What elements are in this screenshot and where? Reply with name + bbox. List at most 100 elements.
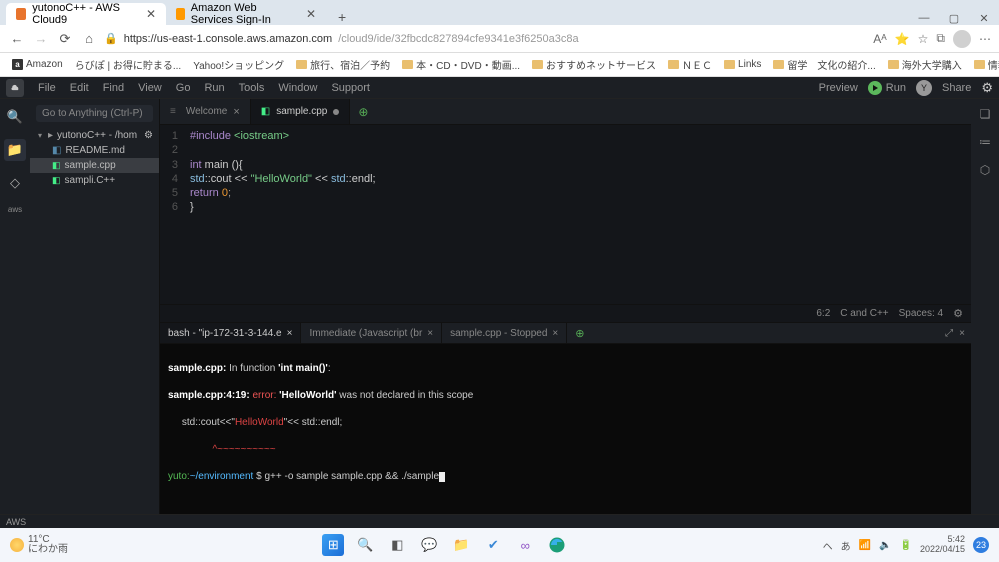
gear-icon[interactable]: ⚙ [953, 307, 963, 320]
file-explorer-button[interactable]: 📁 [450, 534, 472, 556]
bookmark-item[interactable]: 情報処理 [970, 57, 999, 72]
run-button[interactable]: Run [868, 81, 906, 95]
aws-icon[interactable]: aws [8, 205, 22, 214]
refresh-button[interactable]: ⟳ [56, 31, 74, 47]
bookmark-item[interactable]: 本・CD・DVD・動画... [398, 57, 524, 72]
folder-icon [974, 60, 985, 69]
reading-view-button[interactable]: Aᴬ [873, 32, 886, 46]
bookmark-item[interactable]: 海外大学購入 [884, 57, 966, 72]
add-terminal-button[interactable]: ⊕ [567, 323, 592, 343]
cpp-icon: ◧ [52, 160, 61, 171]
menu-file[interactable]: File [32, 82, 62, 94]
tray-chevron-icon[interactable]: ヘ [823, 538, 833, 553]
terminal-output[interactable]: sample.cpp: In function 'int main()': sa… [160, 344, 971, 514]
user-avatar[interactable]: Y [916, 80, 932, 96]
preview-button[interactable]: Preview [819, 82, 858, 94]
menu-window[interactable]: Window [272, 82, 323, 94]
start-button[interactable]: ⊞ [322, 534, 344, 556]
code-content[interactable]: #include <iostream> int main (){ std::co… [184, 125, 971, 304]
window-close-button[interactable]: ✕ [969, 12, 999, 25]
add-tab-button[interactable]: ⊕ [350, 99, 376, 124]
vs-app-button[interactable]: ∞ [514, 534, 536, 556]
language-mode[interactable]: C and C++ [840, 308, 888, 319]
tree-file-readme[interactable]: ◧ README.md [30, 143, 159, 158]
folder-icon [888, 60, 899, 69]
spaces-setting[interactable]: Spaces: 4 [899, 308, 943, 319]
favorites-button[interactable]: ☆ [918, 32, 929, 46]
task-view-button[interactable]: ◧ [386, 534, 408, 556]
bookmark-item[interactable]: おすすめネットサービス [528, 57, 660, 72]
code-editor[interactable]: 123456 #include <iostream> int main (){ … [160, 125, 971, 304]
taskbar-clock[interactable]: 5:42 2022/04/15 [920, 535, 965, 555]
terminal-tab-immediate[interactable]: Immediate (Javascript (br × [301, 323, 442, 343]
edge-button[interactable] [546, 534, 568, 556]
browser-tab-1[interactable]: yutonoC++ - AWS Cloud9 ✕ [6, 3, 166, 25]
terminal-tab-bash[interactable]: bash - "ip-172-31-3-144.e × [160, 323, 301, 343]
browser-tab-2[interactable]: Amazon Web Services Sign-In ✕ [166, 3, 326, 25]
settings-icon[interactable]: ⚙ [981, 80, 993, 96]
ime-indicator[interactable]: あ [841, 538, 851, 553]
debugger-icon[interactable]: ⬡ [980, 163, 990, 177]
terminal-tab-stopped[interactable]: sample.cpp - Stopped × [442, 323, 567, 343]
share-button[interactable]: Share [942, 82, 971, 94]
gear-icon[interactable]: ⚙ [144, 130, 153, 141]
back-button[interactable]: ← [8, 31, 26, 46]
volume-icon[interactable]: 🔈 [879, 540, 891, 551]
menu-view[interactable]: View [132, 82, 168, 94]
todo-app-button[interactable]: ✔ [482, 534, 504, 556]
notifications-badge[interactable]: 23 [973, 537, 989, 553]
collections-button[interactable]: ⧉ [936, 31, 945, 46]
profile-avatar[interactable] [953, 30, 971, 48]
menu-edit[interactable]: Edit [64, 82, 95, 94]
maximize-button[interactable]: ▢ [939, 12, 969, 25]
aws-footer-label[interactable]: AWS [6, 517, 26, 527]
favorites-add-button[interactable]: ⭐ [895, 32, 910, 46]
close-icon[interactable]: × [233, 106, 239, 118]
tree-file-sampli-cpp[interactable]: ◧ sampli.C++ [30, 173, 159, 188]
taskbar-weather[interactable]: 11°C にわか雨 [10, 535, 68, 555]
tab-title: yutonoC++ - AWS Cloud9 [32, 2, 140, 26]
files-icon[interactable]: 📁 [4, 139, 26, 161]
menu-support[interactable]: Support [325, 82, 376, 94]
close-icon[interactable]: ✕ [306, 7, 316, 21]
new-tab-button[interactable]: + [332, 9, 352, 25]
menu-find[interactable]: Find [97, 82, 130, 94]
battery-icon[interactable]: 🔋 [900, 540, 912, 551]
tree-file-sample-cpp[interactable]: ◧ sample.cpp [30, 158, 159, 173]
editor-tab-welcome[interactable]: ≡ Welcome × [160, 99, 251, 124]
editor-tab-sample[interactable]: ◧ sample.cpp [251, 99, 351, 124]
search-button[interactable]: 🔍 [354, 534, 376, 556]
close-icon[interactable]: × [287, 328, 293, 339]
minimize-button[interactable]: — [909, 12, 939, 25]
home-button[interactable]: ⌂ [80, 31, 98, 46]
outline-icon[interactable]: ≔ [979, 135, 991, 149]
close-icon[interactable]: ✕ [146, 7, 156, 21]
bookmark-item[interactable]: Links [720, 59, 765, 70]
bookmark-item[interactable]: Yahoo!ショッピング [189, 57, 288, 72]
collapse-panel-icon[interactable]: ❏ [980, 107, 991, 121]
menu-go[interactable]: Go [170, 82, 197, 94]
chat-button[interactable]: 💬 [418, 534, 440, 556]
bookmark-item[interactable]: 旅行、宿泊／予約 [292, 57, 394, 72]
menu-run[interactable]: Run [198, 82, 230, 94]
search-icon[interactable]: 🔍 [7, 109, 23, 125]
address-bar: ← → ⟳ ⌂ 🔒 https://us-east-1.console.aws.… [0, 25, 999, 53]
source-icon[interactable]: ◇ [10, 175, 20, 191]
menu-tools[interactable]: Tools [233, 82, 271, 94]
forward-button[interactable]: → [32, 31, 50, 46]
bookmark-item[interactable]: aAmazon [8, 59, 67, 70]
close-icon[interactable]: × [427, 328, 433, 339]
maximize-panel-icon[interactable]: ⤢ [945, 328, 953, 339]
cursor-pos[interactable]: 6:2 [816, 308, 830, 319]
close-icon[interactable]: × [552, 328, 558, 339]
url-input[interactable]: 🔒 https://us-east-1.console.aws.amazon.c… [104, 32, 867, 45]
wifi-icon[interactable]: 📶 [859, 540, 871, 551]
bookmark-item[interactable]: らびぽ | お得に貯まる... [71, 57, 186, 72]
tree-root[interactable]: ▾▸ yutonoC++ - /hom ⚙ [30, 128, 159, 143]
bookmark-item[interactable]: ＮＥＣ [664, 57, 716, 72]
bookmark-item[interactable]: 留学 文化の紹介... [769, 57, 879, 72]
goto-anything-input[interactable]: Go to Anything (Ctrl-P) [36, 105, 153, 122]
close-panel-icon[interactable]: × [959, 328, 965, 339]
cloud9-logo-icon[interactable] [6, 79, 24, 97]
more-button[interactable]: ⋯ [979, 32, 991, 46]
